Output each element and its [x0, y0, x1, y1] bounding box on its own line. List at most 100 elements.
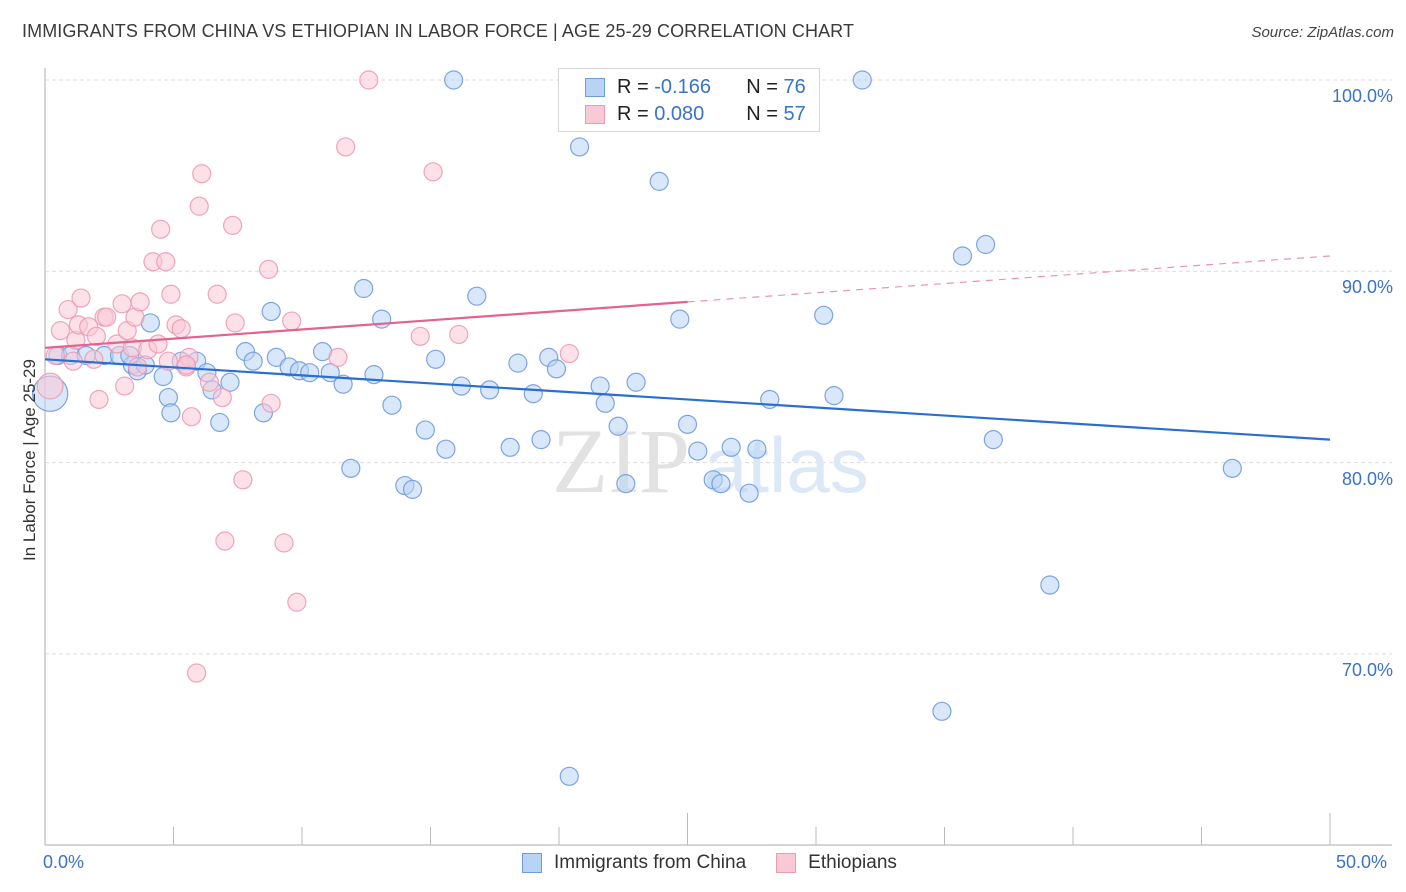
point-ethiopians — [223, 215, 243, 235]
point-china — [508, 353, 528, 373]
legend-r-value: -0.166 — [654, 75, 711, 98]
legend-r-label: R = — [617, 102, 649, 125]
x-tick-label-min: 0.0% — [43, 852, 85, 872]
point-ethiopians — [423, 162, 443, 182]
point-ethiopians — [328, 347, 348, 367]
point-china — [649, 171, 669, 191]
point-ethiopians — [97, 307, 117, 327]
point-ethiopians — [287, 592, 307, 612]
legend-swatch-china — [585, 77, 605, 97]
point-china — [824, 386, 844, 406]
point-ethiopians — [199, 372, 220, 392]
point-china — [382, 395, 402, 415]
point-ethiopians — [189, 196, 209, 216]
point-china — [976, 234, 996, 255]
correlation-legend: R = -0.166 N = 76 R = 0.080 N = 57 — [558, 68, 820, 132]
scatter-chart: ZIP atlas — [31, 68, 1392, 846]
point-ethiopians — [89, 389, 109, 410]
trend-line-ethiopians-extrapolated — [687, 255, 1331, 303]
point-ethiopians — [359, 70, 379, 90]
legend-row-china: R = -0.166 N = 76 — [585, 74, 806, 100]
y-tick-label: 90.0% — [1341, 277, 1393, 298]
series-swatch-ethiopians — [776, 853, 797, 873]
point-china — [608, 416, 628, 436]
point-ethiopians — [151, 219, 171, 239]
point-china — [814, 305, 834, 325]
legend-r-label: R = — [617, 75, 649, 98]
point-ethiopians — [282, 311, 302, 331]
point-ethiopians — [127, 357, 148, 377]
series-legend-ethiopians[interactable]: Ethiopians — [776, 852, 897, 874]
point-china — [500, 437, 520, 457]
point-china — [569, 137, 590, 157]
point-china — [261, 301, 281, 322]
legend-n-label: N = — [746, 75, 778, 98]
point-china — [616, 474, 636, 494]
point-china — [852, 70, 872, 90]
point-china — [1040, 575, 1060, 595]
point-china — [480, 380, 500, 400]
point-china — [341, 458, 361, 478]
point-ethiopians — [336, 137, 356, 157]
point-china — [983, 430, 1003, 450]
point-ethiopians — [225, 313, 245, 333]
point-ethiopians — [449, 324, 469, 345]
point-ethiopians — [171, 319, 191, 339]
point-china — [523, 384, 543, 404]
point-ethiopians — [71, 288, 91, 308]
point-ethiopians — [215, 531, 235, 551]
point-china — [354, 278, 374, 299]
series-swatch-china — [522, 853, 542, 873]
point-ethiopians — [181, 407, 202, 427]
point-china — [161, 403, 181, 423]
point-ethiopians — [559, 343, 579, 364]
series-legend: Immigrants from China Ethiopians — [522, 852, 927, 874]
point-china — [415, 420, 435, 440]
point-china — [243, 351, 263, 371]
point-ethiopians — [115, 376, 135, 396]
point-ethiopians — [187, 663, 207, 683]
point-china — [626, 372, 646, 392]
y-tick-label: 70.0% — [1341, 659, 1393, 680]
series-label-ethiopians: Ethiopians — [808, 852, 897, 873]
point-china — [952, 246, 973, 266]
point-ethiopians — [212, 387, 232, 408]
point-china — [444, 70, 464, 90]
point-ethiopians — [130, 292, 150, 312]
point-ethiopians — [233, 470, 253, 490]
point-china — [436, 439, 456, 459]
point-ethiopians — [148, 334, 168, 354]
point-china — [670, 309, 690, 329]
point-china — [1222, 458, 1242, 478]
point-china — [595, 393, 615, 413]
point-ethiopians — [207, 284, 227, 304]
point-ethiopians — [274, 533, 294, 553]
point-ethiopians — [176, 355, 196, 375]
legend-swatch-ethiopians — [585, 104, 605, 124]
point-ethiopians — [258, 259, 279, 279]
point-ethiopians — [50, 321, 71, 341]
series-legend-china[interactable]: Immigrants from China — [522, 852, 746, 874]
legend-n-value: 76 — [783, 75, 806, 98]
point-china — [559, 766, 579, 786]
y-tick-label: 100.0% — [1331, 86, 1393, 106]
y-tick-label: 80.0% — [1341, 468, 1393, 489]
point-china — [711, 474, 731, 494]
point-china — [467, 286, 487, 306]
legend-row-ethiopians: R = 0.080 N = 57 — [585, 101, 806, 127]
point-ethiopians — [192, 164, 212, 184]
point-china — [531, 430, 551, 450]
point-ethiopians — [112, 294, 132, 314]
legend-n-label: N = — [746, 102, 778, 125]
point-ethiopians — [156, 252, 176, 272]
point-china — [402, 479, 423, 499]
point-china — [300, 363, 320, 383]
point-china — [932, 701, 952, 721]
watermark: ZIP atlas — [552, 410, 869, 512]
point-china — [546, 359, 567, 379]
point-china — [677, 414, 698, 434]
point-china — [739, 483, 759, 503]
point-china — [688, 441, 708, 461]
x-tick-label-max: 50.0% — [1336, 852, 1388, 872]
point-china — [590, 376, 610, 396]
